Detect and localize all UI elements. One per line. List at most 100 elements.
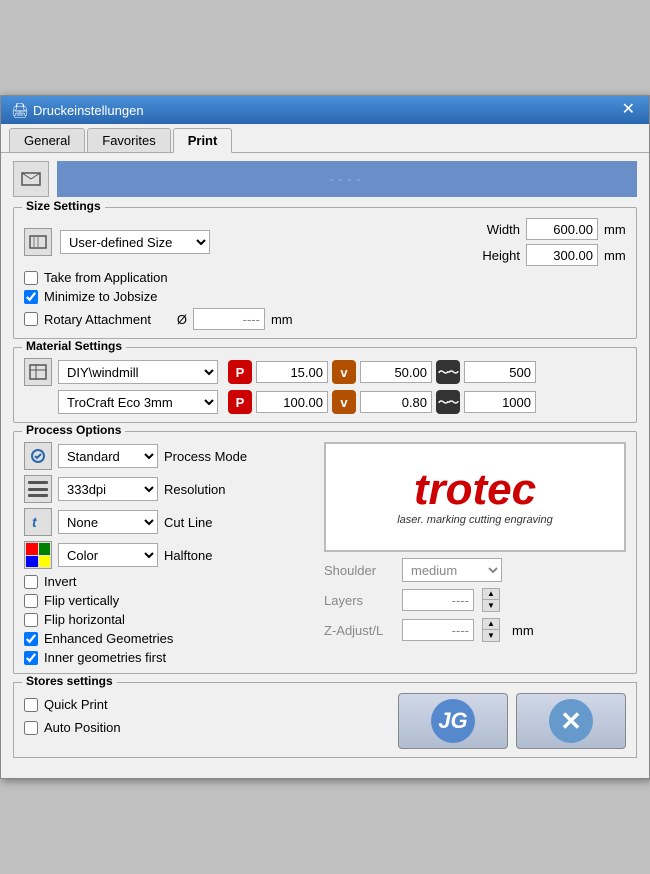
material-dropdown-1[interactable]: DIY\windmill bbox=[58, 360, 218, 384]
close-button[interactable]: ✕ bbox=[618, 102, 639, 118]
size-row: User-defined Size Width mm Height mm bbox=[24, 218, 626, 266]
tab-print[interactable]: Print bbox=[173, 128, 233, 153]
rotary-label: Rotary Attachment bbox=[44, 312, 151, 327]
cut-line-select[interactable]: None bbox=[58, 510, 158, 534]
diam-input[interactable] bbox=[193, 308, 265, 330]
main-window: 🖨 Druckeinstellungen ✕ General Favorites… bbox=[0, 95, 650, 779]
resolution-icon bbox=[24, 475, 52, 503]
ok-button[interactable]: JG bbox=[398, 693, 508, 749]
width-label: Width bbox=[478, 222, 520, 237]
shoulder-label: Shoulder bbox=[324, 563, 394, 578]
cancel-icon: ✕ bbox=[549, 699, 593, 743]
zadjust-up-btn[interactable]: ▲ bbox=[483, 619, 499, 630]
trotec-logo: trotec laser. marking cutting engraving bbox=[389, 460, 561, 534]
p2-badge: P bbox=[228, 390, 252, 414]
printer-icon: 🖨 bbox=[11, 102, 27, 118]
height-input[interactable] bbox=[526, 244, 598, 266]
material-dropdown-2[interactable]: TroCraft Eco 3mm bbox=[58, 390, 218, 414]
width-input[interactable] bbox=[526, 218, 598, 240]
quick-print-label: Quick Print bbox=[44, 697, 108, 712]
action-buttons: JG ✕ bbox=[398, 693, 626, 749]
layers-row: Layers ▲ ▼ bbox=[324, 588, 626, 612]
zadjust-spinner: ▲ ▼ bbox=[482, 618, 500, 642]
process-mode-icon bbox=[24, 442, 52, 470]
zadjust-down-btn[interactable]: ▼ bbox=[483, 630, 499, 641]
width-row: Width mm bbox=[478, 218, 626, 240]
stores-checkboxes: Quick Print Auto Position bbox=[24, 693, 121, 735]
enhanced-checkbox[interactable] bbox=[24, 632, 38, 646]
m2-input[interactable] bbox=[464, 391, 536, 413]
height-label: Height bbox=[478, 248, 520, 263]
preview-fill: ---- bbox=[57, 161, 637, 197]
halftone-label: Halftone bbox=[164, 548, 314, 563]
v1-input[interactable] bbox=[360, 361, 432, 383]
cut-line-icon: t bbox=[24, 508, 52, 536]
auto-position-checkbox[interactable] bbox=[24, 721, 38, 735]
size-fields: Width mm Height mm bbox=[478, 218, 626, 266]
p2-input[interactable] bbox=[256, 391, 328, 413]
rotary-checkbox[interactable] bbox=[24, 312, 38, 326]
flip-h-checkbox[interactable] bbox=[24, 613, 38, 627]
shoulder-row: Shoulder medium bbox=[324, 558, 626, 582]
halftone-select[interactable]: Color bbox=[58, 543, 158, 567]
layers-label: Layers bbox=[324, 593, 394, 608]
cut-line-row: t None Cut Line bbox=[24, 508, 314, 536]
content-area: ---- Size Settings User-defined Size Wid… bbox=[1, 153, 649, 778]
minimize-checkbox[interactable] bbox=[24, 290, 38, 304]
layers-up-btn[interactable]: ▲ bbox=[483, 589, 499, 600]
process-mode-select[interactable]: Standard bbox=[58, 444, 158, 468]
halftone-row: Color Halftone bbox=[24, 541, 314, 569]
process-options-section: Process Options Standard Process Mode bbox=[13, 431, 637, 674]
flip-h-row: Flip horizontal bbox=[24, 612, 314, 627]
stores-settings-section: Stores settings Quick Print Auto Positio… bbox=[13, 682, 637, 758]
size-dropdown[interactable]: User-defined Size bbox=[60, 230, 210, 254]
shoulder-select[interactable]: medium bbox=[402, 558, 502, 582]
invert-row: Invert bbox=[24, 574, 314, 589]
process-mode-label: Process Mode bbox=[164, 449, 314, 464]
auto-position-label: Auto Position bbox=[44, 720, 121, 735]
halftone-icon bbox=[24, 541, 52, 569]
p1-input[interactable] bbox=[256, 361, 328, 383]
take-from-app-row: Take from Application bbox=[24, 270, 626, 285]
layers-down-btn[interactable]: ▼ bbox=[483, 600, 499, 611]
invert-checkbox[interactable] bbox=[24, 575, 38, 589]
cancel-button[interactable]: ✕ bbox=[516, 693, 626, 749]
material-row-2: TroCraft Eco 3mm P v 〜〜 bbox=[58, 390, 626, 414]
v2-input[interactable] bbox=[360, 391, 432, 413]
ok-symbol: JG bbox=[438, 708, 467, 734]
inner-row: Inner geometries first bbox=[24, 650, 314, 665]
svg-text:t: t bbox=[32, 514, 38, 530]
invert-label: Invert bbox=[44, 574, 77, 589]
layers-input[interactable] bbox=[402, 589, 474, 611]
height-unit: mm bbox=[604, 248, 626, 263]
resolution-label: Resolution bbox=[164, 482, 314, 497]
tab-favorites[interactable]: Favorites bbox=[87, 128, 170, 152]
process-layout: Standard Process Mode bbox=[24, 442, 626, 665]
diam-unit: mm bbox=[271, 312, 293, 327]
v1-badge: v bbox=[332, 360, 356, 384]
take-from-app-checkbox[interactable] bbox=[24, 271, 38, 285]
preview-icon bbox=[13, 161, 49, 197]
process-left: Standard Process Mode bbox=[24, 442, 314, 665]
stores-row: Quick Print Auto Position JG bbox=[24, 693, 626, 749]
enhanced-label: Enhanced Geometries bbox=[44, 631, 173, 646]
quick-print-row: Quick Print bbox=[24, 697, 121, 712]
tab-bar: General Favorites Print bbox=[1, 124, 649, 153]
tab-general[interactable]: General bbox=[9, 128, 85, 152]
flip-v-checkbox[interactable] bbox=[24, 594, 38, 608]
resolution-select[interactable]: 333dpi bbox=[58, 477, 158, 501]
material-icon bbox=[24, 358, 52, 386]
preview-bar: ---- bbox=[13, 161, 637, 197]
m1-input[interactable] bbox=[464, 361, 536, 383]
zadjust-input[interactable] bbox=[402, 619, 474, 641]
quick-print-checkbox[interactable] bbox=[24, 698, 38, 712]
ok-icon: JG bbox=[431, 699, 475, 743]
inner-checkbox[interactable] bbox=[24, 651, 38, 665]
v2-badge: v bbox=[332, 390, 356, 414]
zadjust-unit: mm bbox=[512, 623, 534, 638]
material-row-1: DIY\windmill P v 〜〜 bbox=[24, 358, 626, 386]
trotec-brand-text: trotec bbox=[397, 468, 553, 512]
preview-placeholder: ---- bbox=[329, 171, 365, 188]
diam-symbol: Ø bbox=[167, 312, 187, 327]
zadjust-row: Z-Adjust/L ▲ ▼ mm bbox=[324, 618, 626, 642]
